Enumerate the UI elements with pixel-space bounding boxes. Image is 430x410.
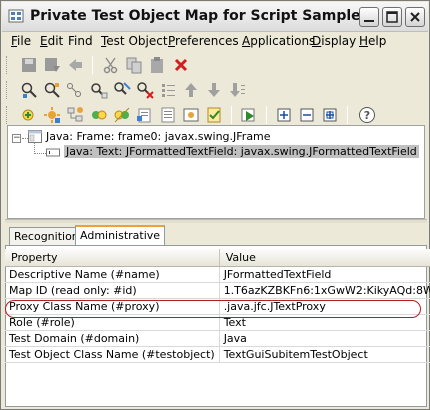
run-icon[interactable] bbox=[240, 106, 258, 124]
toolbar-separator bbox=[92, 56, 93, 74]
table-row[interactable]: Test Domain (#domain) Java bbox=[5, 330, 430, 347]
value-cell[interactable]: .java.jfc.JTextProxy bbox=[219, 298, 430, 315]
open-file-icon[interactable] bbox=[136, 106, 154, 124]
menu-edit[interactable]: Edit bbox=[40, 34, 63, 48]
column-header-value[interactable]: Value bbox=[219, 249, 430, 267]
toolbar-grip[interactable] bbox=[6, 106, 9, 124]
toolbar-separator bbox=[266, 106, 267, 124]
paste-icon[interactable] bbox=[148, 56, 166, 74]
add-object-icon[interactable] bbox=[20, 106, 38, 124]
app-window: Private Test Object Map for Script Sampl… bbox=[0, 0, 430, 410]
expand-all-icon[interactable] bbox=[321, 106, 339, 124]
back-icon[interactable] bbox=[66, 56, 84, 74]
collapse-icon[interactable] bbox=[298, 106, 316, 124]
value-cell[interactable]: Text bbox=[219, 314, 430, 331]
menu-bar: File Edit Find Test Object Preferences A… bbox=[2, 32, 428, 52]
arrow-down-icon[interactable] bbox=[205, 81, 223, 99]
minimize-button[interactable] bbox=[359, 7, 379, 27]
copy-icon[interactable] bbox=[125, 56, 143, 74]
maximize-button[interactable] bbox=[382, 7, 402, 27]
tab-administrative[interactable]: Administrative bbox=[75, 225, 166, 246]
toolbar-grip[interactable] bbox=[6, 81, 9, 99]
table-row[interactable]: Test Object Class Name (#testobject) Tex… bbox=[5, 346, 430, 363]
tree-collapse-toggle[interactable]: − bbox=[12, 134, 21, 143]
menu-applications[interactable]: Applications bbox=[242, 34, 315, 48]
menu-help[interactable]: Help bbox=[359, 34, 386, 48]
toolbar-find bbox=[2, 78, 428, 102]
help-icon[interactable]: ? bbox=[358, 106, 376, 124]
toolbar-grip[interactable] bbox=[6, 56, 9, 74]
find-link-icon[interactable] bbox=[66, 81, 84, 99]
window-title: Private Test Object Map for Script Sampl… bbox=[30, 8, 361, 24]
properties-table: Property Value Descriptive Name (#name) … bbox=[5, 249, 430, 363]
tree-node-label: Java: Frame: frame0: javax.swing.JFrame bbox=[46, 130, 271, 143]
text-field-icon bbox=[46, 148, 60, 157]
toolbar-object: ? bbox=[2, 103, 428, 127]
verify-object-icon[interactable] bbox=[205, 106, 223, 124]
save-as-icon[interactable] bbox=[43, 56, 61, 74]
toolbar-separator bbox=[347, 106, 348, 124]
table-row[interactable]: Proxy Class Name (#proxy) .java.jfc.JTex… bbox=[5, 298, 430, 315]
cut-icon[interactable] bbox=[102, 56, 120, 74]
split-divider[interactable] bbox=[5, 219, 427, 223]
maximize-icon bbox=[386, 11, 398, 23]
image-object-icon[interactable] bbox=[182, 106, 200, 124]
value-cell[interactable]: TextGuiSubitemTestObject bbox=[219, 346, 430, 363]
tree-node-label-selected: Java: Text: JFormattedTextField: javax.s… bbox=[64, 145, 419, 158]
object-tree[interactable]: − Java: Frame: frame0: javax.swing.JFram… bbox=[7, 125, 425, 219]
table-row[interactable]: Descriptive Name (#name) JFormattedTextF… bbox=[5, 266, 430, 283]
save-icon[interactable] bbox=[20, 56, 38, 74]
unify-objects-icon[interactable] bbox=[113, 106, 131, 124]
find-property-icon[interactable] bbox=[90, 81, 108, 99]
find-remove-icon[interactable] bbox=[136, 81, 154, 99]
insert-object-icon[interactable] bbox=[43, 106, 61, 124]
find-next-icon[interactable] bbox=[43, 81, 61, 99]
list-icon[interactable] bbox=[159, 81, 177, 99]
expand-icon[interactable] bbox=[275, 106, 293, 124]
menu-file[interactable]: File bbox=[11, 34, 31, 48]
property-cell: Map ID (read only: #id) bbox=[5, 282, 220, 299]
property-cell: Role (#role) bbox=[5, 314, 220, 331]
menu-preferences[interactable]: Preferences bbox=[168, 34, 239, 48]
value-cell: 1.T6azKZBKFn6:1xGwW2:KikyAQd:8WV bbox=[219, 282, 430, 299]
property-cell: Test Domain (#domain) bbox=[5, 330, 220, 347]
property-cell: Test Object Class Name (#testobject) bbox=[5, 346, 220, 363]
svg-text:?: ? bbox=[364, 109, 370, 122]
toolbar-separator bbox=[231, 106, 232, 124]
column-header-property[interactable]: Property bbox=[5, 249, 220, 267]
table-row[interactable]: Map ID (read only: #id) 1.T6azKZBKFn6:1x… bbox=[5, 282, 430, 299]
close-icon bbox=[410, 12, 420, 22]
property-cell: Descriptive Name (#name) bbox=[5, 266, 220, 283]
tab-recognition[interactable]: Recognition bbox=[9, 227, 84, 245]
arrow-down-list-icon[interactable] bbox=[228, 81, 246, 99]
menu-find[interactable]: Find bbox=[68, 34, 93, 48]
document-icon[interactable] bbox=[159, 106, 177, 124]
app-icon bbox=[8, 9, 24, 23]
arrow-up-icon[interactable] bbox=[182, 81, 200, 99]
close-button[interactable] bbox=[405, 7, 425, 27]
frame-icon bbox=[28, 130, 42, 143]
value-cell[interactable]: JFormattedTextField bbox=[219, 266, 430, 283]
value-cell[interactable]: Java bbox=[219, 330, 430, 347]
delete-icon[interactable] bbox=[172, 56, 190, 74]
minimize-icon bbox=[364, 20, 374, 22]
merge-objects-icon[interactable] bbox=[90, 106, 108, 124]
object-tree-icon[interactable] bbox=[66, 106, 84, 124]
find-object-icon[interactable] bbox=[20, 81, 38, 99]
menu-test-object[interactable]: Test Object bbox=[101, 34, 168, 48]
property-cell: Proxy Class Name (#proxy) bbox=[5, 298, 220, 315]
table-row[interactable]: Role (#role) Text bbox=[5, 314, 430, 331]
toolbar-edit bbox=[2, 53, 428, 77]
title-bar[interactable]: Private Test Object Map for Script Sampl… bbox=[2, 2, 428, 32]
find-replace-icon[interactable] bbox=[113, 81, 131, 99]
menu-display[interactable]: Display bbox=[312, 34, 356, 48]
